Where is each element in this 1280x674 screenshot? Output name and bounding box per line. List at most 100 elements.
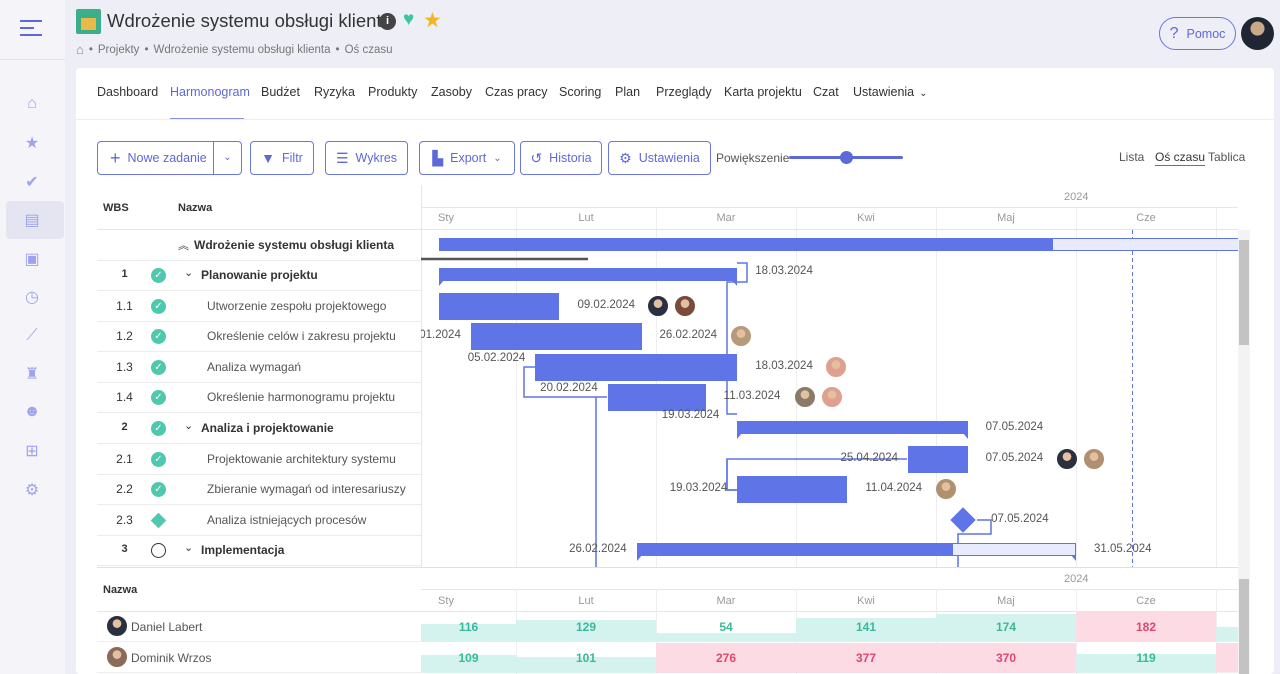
- status-done-icon[interactable]: ✓: [151, 298, 166, 314]
- sidebar-item-check-circle[interactable]: ✔: [20, 170, 44, 194]
- chevron-down-icon[interactable]: ⌄: [184, 541, 193, 554]
- task-name[interactable]: Analiza i projektowanie: [201, 421, 334, 435]
- gantt-scrollbar[interactable]: [1238, 230, 1250, 567]
- tab-7[interactable]: Scoring: [559, 85, 601, 99]
- status-done-icon[interactable]: ✓: [151, 359, 166, 375]
- assignee-avatar[interactable]: [793, 386, 816, 409]
- resource-load-cell[interactable]: 370: [936, 643, 1076, 673]
- task-name[interactable]: Określenie celów i zakresu projektu: [207, 329, 396, 343]
- tab-4[interactable]: Produkty: [368, 85, 417, 99]
- assignee-avatar[interactable]: [674, 294, 697, 317]
- resource-load-cell[interactable]: 54: [656, 612, 796, 642]
- menu-icon[interactable]: [20, 20, 44, 36]
- task-bar[interactable]: [607, 384, 706, 412]
- sidebar-item-document[interactable]: ▤: [20, 208, 44, 232]
- chevron-down-icon[interactable]: ⌄: [184, 266, 193, 279]
- summary-bar[interactable]: [737, 421, 968, 434]
- month-label: Cze: [1136, 595, 1156, 607]
- assignee-avatar[interactable]: [647, 294, 670, 317]
- tab-11[interactable]: Czat: [813, 85, 839, 99]
- resource-load-cell[interactable]: 101: [516, 643, 656, 673]
- resource-load-cell[interactable]: 182: [1076, 612, 1216, 642]
- task-name[interactable]: Projektowanie architektury systemu: [207, 452, 396, 466]
- sidebar-item-cogs[interactable]: ⚙: [20, 478, 44, 502]
- task-name[interactable]: Analiza istniejących procesów: [207, 513, 366, 527]
- favorite-star-icon[interactable]: ★: [423, 8, 442, 33]
- export-button[interactable]: ▙ Export ⌄: [419, 141, 515, 175]
- task-bar[interactable]: [737, 476, 848, 504]
- task-name[interactable]: Zbieranie wymagań od interesariuszy: [207, 482, 406, 496]
- end-date-label: 07.05.2024: [991, 512, 1049, 525]
- task-name[interactable]: Implementacja: [201, 543, 284, 557]
- tab-10[interactable]: Karta projektu: [724, 85, 802, 99]
- resource-load-cell[interactable]: 276: [656, 643, 796, 673]
- tab-1[interactable]: Harmonogram: [170, 85, 250, 99]
- resource-load-cell[interactable]: 377: [796, 643, 936, 673]
- sidebar-item-briefcase[interactable]: ▣: [20, 247, 44, 271]
- assignee-avatar[interactable]: [729, 325, 752, 348]
- tab-0[interactable]: Dashboard: [97, 85, 158, 99]
- tab-5[interactable]: Zasoby: [431, 85, 472, 99]
- zoom-label: Powiększenie: [716, 151, 790, 165]
- summary-bar[interactable]: [439, 268, 738, 281]
- tab-2[interactable]: Budżet: [261, 85, 300, 99]
- gantt-chart[interactable]: 18.03.2024 09.02.2024 22.01.2024 26.02.2024…: [421, 230, 1238, 567]
- tab-3[interactable]: Ryzyka: [314, 85, 355, 99]
- resource-load-cell[interactable]: 116: [421, 612, 516, 642]
- sidebar-item-star[interactable]: ★: [20, 131, 44, 155]
- new-task-dropdown[interactable]: ⌄: [213, 142, 241, 174]
- task-name[interactable]: Utworzenie zespołu projektowego: [207, 299, 386, 313]
- resource-name[interactable]: Dominik Wrzos: [131, 651, 211, 665]
- home-icon[interactable]: ⌂: [76, 42, 84, 57]
- help-button[interactable]: ? Pomoc: [1159, 17, 1236, 50]
- resource-load-cell[interactable]: 141: [796, 612, 936, 642]
- resource-scrollbar[interactable]: [1238, 567, 1250, 674]
- sidebar-item-home[interactable]: ⌂: [20, 92, 44, 116]
- task-bar[interactable]: [908, 445, 968, 473]
- tab-12[interactable]: Ustawienia ⌄: [853, 85, 928, 99]
- task-bar[interactable]: [470, 323, 642, 351]
- filter-button[interactable]: ▼ Filtr: [250, 141, 314, 175]
- sidebar-item-sitemap[interactable]: ⊞: [20, 439, 44, 463]
- assignee-avatar[interactable]: [820, 386, 843, 409]
- assignee-avatar[interactable]: [1055, 447, 1078, 470]
- assignee-avatar[interactable]: [825, 355, 848, 378]
- start-date-label: 19.03.2024: [661, 409, 720, 421]
- chart-button[interactable]: ☰ Wykres: [325, 141, 408, 175]
- resource-load-cell[interactable]: 129: [516, 612, 656, 642]
- resource-name[interactable]: Daniel Labert: [131, 620, 202, 634]
- assignee-avatar[interactable]: [1082, 447, 1105, 470]
- sidebar-item-team[interactable]: ☻: [20, 400, 44, 424]
- info-icon[interactable]: i: [379, 13, 396, 30]
- status-done-icon[interactable]: ✓: [151, 451, 166, 467]
- resource-load-cell[interactable]: 174: [936, 612, 1076, 642]
- sidebar-item-chart[interactable]: ⟋: [20, 324, 44, 348]
- task-bar[interactable]: [439, 292, 560, 320]
- tab-8[interactable]: Plan: [615, 85, 640, 99]
- resource-load-cell[interactable]: 119: [1076, 643, 1216, 673]
- settings-button[interactable]: ⚙ Ustawienia: [608, 141, 711, 175]
- task-name[interactable]: Planowanie projektu: [201, 268, 318, 282]
- view-list[interactable]: Lista: [1119, 150, 1144, 164]
- task-bar[interactable]: [535, 353, 738, 381]
- task-name[interactable]: Określenie harmonogramu projektu: [207, 390, 395, 404]
- project-summary-bar[interactable]: [439, 238, 1238, 251]
- chevron-down-icon[interactable]: ⌄: [184, 419, 193, 432]
- zoom-slider[interactable]: [789, 151, 903, 164]
- sidebar-item-chess[interactable]: ♜: [20, 362, 44, 386]
- resource-load-cell[interactable]: 109: [421, 643, 516, 673]
- sidebar-item-clock[interactable]: ◷: [20, 285, 44, 309]
- view-board[interactable]: Tablica: [1208, 150, 1245, 164]
- tab-6[interactable]: Czas pracy: [485, 85, 548, 99]
- status-done-icon[interactable]: ✓: [151, 421, 166, 436]
- breadcrumb-project[interactable]: Wdrożenie systemu obsługi klienta: [153, 44, 330, 56]
- task-name[interactable]: Analiza wymagań: [207, 360, 301, 374]
- breadcrumb-projects[interactable]: Projekty: [98, 44, 140, 56]
- status-done-icon[interactable]: ✓: [151, 268, 166, 283]
- history-button[interactable]: ↺ Historia: [520, 141, 602, 175]
- user-avatar[interactable]: [1241, 17, 1274, 50]
- collapse-all-icon[interactable]: ︽: [178, 237, 189, 253]
- summary-bar[interactable]: [636, 543, 1076, 557]
- tab-9[interactable]: Przeglądy: [656, 85, 712, 99]
- view-timeline[interactable]: Oś czasu: [1155, 150, 1206, 166]
